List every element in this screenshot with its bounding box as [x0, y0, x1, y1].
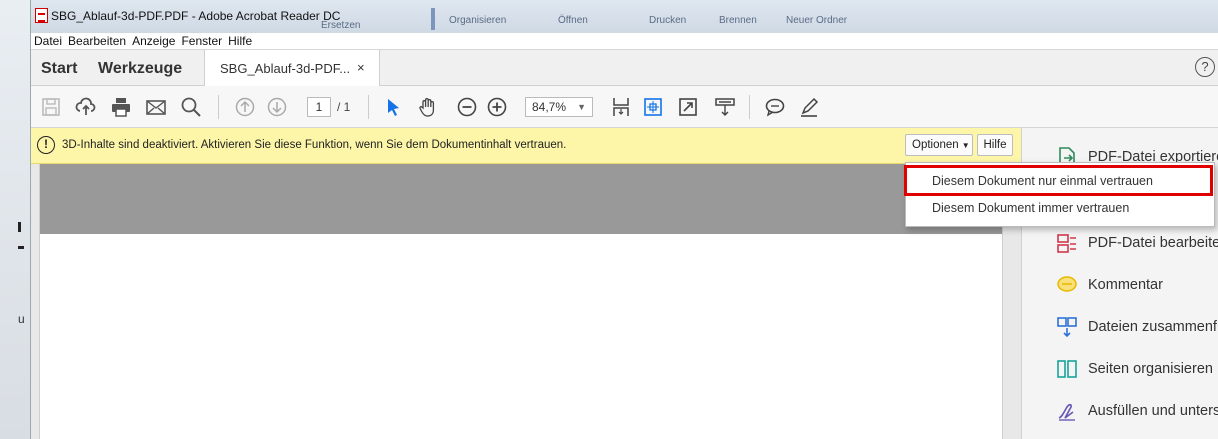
comment-icon	[1057, 276, 1077, 292]
tool-label: Kommentar	[1088, 277, 1163, 293]
toolbar: 1 / 1 84,7% ▼	[31, 86, 1218, 128]
background-item: Neuer Ordner	[786, 15, 848, 26]
acrobat-window: SBG_Ablauf-3d-PDF.PDF - Adobe Acrobat Re…	[30, 0, 1218, 439]
menu-datei[interactable]: Datei	[34, 34, 62, 48]
options-dropdown: Diesem Dokument nur einmal vertrauen Die…	[904, 162, 1215, 227]
desktop-background: u	[0, 0, 30, 439]
fullscreen-icon[interactable]	[676, 95, 700, 119]
combine-files-icon	[1057, 317, 1077, 338]
tool-edit-pdf[interactable]: PDF-Datei bearbeiten	[1056, 230, 1218, 256]
tab-start[interactable]: Start	[41, 60, 77, 78]
toolbar-separator	[749, 95, 750, 119]
tool-label: Dateien zusammenführen	[1088, 319, 1218, 335]
chevron-down-icon: ▼	[577, 102, 586, 112]
background-mark: u	[18, 312, 25, 326]
close-tab-icon[interactable]: ×	[357, 60, 365, 75]
previous-page-icon[interactable]	[233, 95, 257, 119]
select-arrow-icon[interactable]	[381, 95, 405, 119]
save-icon[interactable]	[39, 95, 63, 119]
organize-pages-icon	[1057, 360, 1077, 378]
acrobat-icon	[35, 8, 48, 23]
pdf-page[interactable]	[39, 164, 1003, 439]
highlight-icon[interactable]	[797, 95, 821, 119]
options-label: Optionen	[912, 139, 959, 151]
zoom-out-icon[interactable]	[455, 95, 479, 119]
background-window-edge	[431, 8, 435, 30]
options-button[interactable]: Optionen ▼	[905, 134, 973, 156]
zoom-in-icon[interactable]	[485, 95, 509, 119]
fill-sign-icon	[1058, 403, 1075, 421]
page-number-input[interactable]: 1	[307, 97, 331, 117]
document-area[interactable]	[31, 164, 1021, 439]
tab-bar: Start Werkzeuge SBG_Ablauf-3d-PDF... × ?	[31, 50, 1218, 86]
notification-bar: ! 3D-Inhalte sind deaktiviert. Aktiviere…	[31, 128, 1021, 164]
highlight-box	[904, 165, 1213, 196]
notification-message: 3D-Inhalte sind deaktiviert. Aktivieren …	[62, 139, 567, 151]
menu-item-trust-always[interactable]: Diesem Dokument immer vertrauen	[932, 201, 1129, 215]
upload-icon[interactable]	[74, 95, 98, 119]
page-total: / 1	[337, 100, 351, 114]
help-icon[interactable]: ?	[1195, 57, 1215, 77]
title-bar: SBG_Ablauf-3d-PDF.PDF - Adobe Acrobat Re…	[31, 0, 1218, 33]
help-button[interactable]: Hilfe	[977, 134, 1013, 156]
zoom-select[interactable]: 84,7% ▼	[525, 97, 593, 117]
background-item: Drucken	[649, 15, 687, 26]
toolbar-separator	[218, 95, 219, 119]
zoom-value: 84,7%	[532, 100, 567, 114]
edit-pdf-icon	[1057, 234, 1076, 253]
tool-label: PDF-Datei bearbeiten	[1088, 235, 1218, 251]
background-item: Organisieren	[449, 15, 507, 26]
menu-anzeige[interactable]: Anzeige	[132, 34, 175, 48]
document-tab-label: SBG_Ablauf-3d-PDF...	[220, 61, 351, 76]
read-mode-icon[interactable]	[713, 95, 737, 119]
window-title: SBG_Ablauf-3d-PDF.PDF - Adobe Acrobat Re…	[51, 9, 341, 23]
tool-combine-files[interactable]: Dateien zusammenführen	[1056, 314, 1218, 340]
tab-werkzeuge[interactable]: Werkzeuge	[98, 60, 182, 78]
tool-label: Seiten organisieren	[1088, 361, 1213, 377]
print-icon[interactable]	[109, 95, 133, 119]
rotate-icon[interactable]	[641, 95, 665, 119]
tool-comment[interactable]: Kommentar	[1056, 272, 1163, 298]
search-icon[interactable]	[179, 95, 203, 119]
chevron-down-icon: ▼	[961, 141, 970, 150]
background-item: Brennen	[719, 15, 757, 26]
warning-icon: !	[37, 136, 55, 154]
3d-content-placeholder	[40, 164, 1002, 234]
background-mark	[18, 246, 24, 249]
toolbar-separator	[368, 95, 369, 119]
tab-document[interactable]: SBG_Ablauf-3d-PDF... ×	[204, 50, 380, 86]
background-item: Öffnen	[558, 15, 588, 26]
tool-fill-sign[interactable]: Ausfüllen und unterschreiben	[1056, 398, 1218, 424]
next-page-icon[interactable]	[265, 95, 289, 119]
background-mark	[18, 222, 24, 232]
email-icon[interactable]	[144, 95, 168, 119]
tool-label: Ausfüllen und unterschreiben	[1088, 403, 1218, 419]
hand-icon[interactable]	[416, 95, 440, 119]
tool-organize-pages[interactable]: Seiten organisieren	[1056, 356, 1213, 382]
menu-bar: Datei Bearbeiten Anzeige Fenster Hilfe	[31, 33, 1218, 50]
background-item: Ersetzen	[321, 20, 361, 31]
menu-bearbeiten[interactable]: Bearbeiten	[68, 34, 126, 48]
menu-fenster[interactable]: Fenster	[181, 34, 222, 48]
comment-icon[interactable]	[763, 95, 787, 119]
fit-page-icon[interactable]	[609, 95, 633, 119]
menu-hilfe[interactable]: Hilfe	[228, 34, 252, 48]
